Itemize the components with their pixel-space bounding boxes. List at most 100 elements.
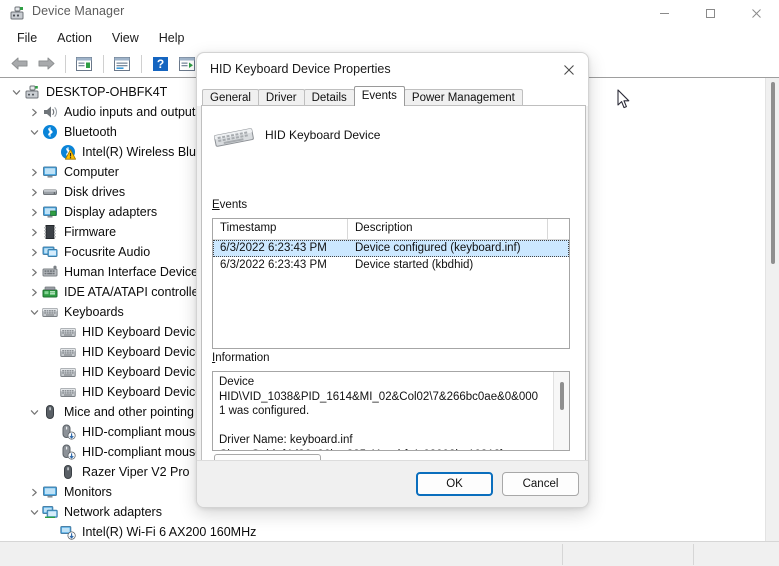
chevron-down-icon[interactable]	[8, 84, 24, 100]
dialog-title: HID Keyboard Device Properties	[210, 62, 391, 76]
information-text: Device HID\VID_1038&PID_1614&MI_02&Col02…	[219, 376, 539, 450]
chevron-down-icon[interactable]	[26, 404, 42, 420]
ide-controller-icon	[42, 284, 59, 300]
tree-item-label: Disk drives	[64, 185, 126, 199]
computer-icon	[24, 84, 41, 100]
tree-item-label: Bluetooth	[64, 125, 117, 139]
disk-drive-icon	[42, 184, 59, 200]
help-icon[interactable]: ?	[147, 52, 173, 76]
chevron-right-icon[interactable]	[26, 104, 42, 120]
tree-item[interactable]: Intel(R) Wi-Fi 6 AX200 160MHz	[0, 522, 765, 541]
forward-arrow-icon[interactable]	[33, 52, 59, 76]
tab-events[interactable]: Events	[353, 86, 405, 106]
device-header: HID Keyboard Device	[212, 120, 572, 154]
toolbar-separator	[141, 54, 142, 73]
chevron-right-icon[interactable]	[26, 224, 42, 240]
chevron-right-icon[interactable]	[26, 244, 42, 260]
events-row-timestamp: 6/3/2022 6:23:43 PM	[220, 242, 327, 254]
dialog-close-button[interactable]	[548, 53, 588, 87]
tab-details[interactable]: Details	[303, 89, 355, 106]
events-list-header: Timestamp Description	[213, 219, 569, 240]
chevron-down-icon[interactable]	[26, 304, 42, 320]
events-row[interactable]: 6/3/2022 6:23:43 PM Device started (kbdhi…	[213, 257, 569, 274]
menu-view[interactable]: View	[103, 29, 148, 47]
maximize-button[interactable]	[687, 0, 733, 26]
hid-icon	[42, 264, 59, 280]
keyboard-icon	[212, 126, 256, 155]
chevron-right-icon[interactable]	[26, 484, 42, 500]
dialog-footer: OK Cancel	[197, 460, 588, 507]
chevron-right-icon[interactable]	[26, 184, 42, 200]
chevron-right-icon[interactable]	[26, 204, 42, 220]
device-manager-window: Device Manager File Action View Help ? D…	[0, 0, 779, 566]
tab-driver[interactable]: Driver	[257, 89, 305, 106]
chevron-right-icon[interactable]	[26, 164, 42, 180]
monitor-icon	[42, 164, 59, 180]
tree-item-label: HID-compliant mouse	[82, 445, 203, 459]
properties-icon[interactable]	[71, 52, 97, 76]
tree-item-label: Human Interface Devices	[64, 265, 205, 279]
tree-item-label: HID Keyboard Device	[82, 325, 203, 339]
chevron-down-icon[interactable]	[26, 124, 42, 140]
speaker-icon	[42, 104, 59, 120]
tree-item-label: HID Keyboard Device	[82, 365, 203, 379]
title-bar: Device Manager	[0, 0, 779, 26]
display-adapter-icon	[42, 204, 59, 220]
hid-mouse-icon	[60, 444, 77, 460]
tree-item-label: HID Keyboard Device	[82, 345, 203, 359]
events-column-timestamp[interactable]: Timestamp	[213, 219, 348, 240]
device-manager-icon	[9, 5, 25, 21]
tree-item-label: Firmware	[64, 225, 117, 239]
tab-general[interactable]: General	[202, 89, 259, 106]
tree-item-label: Audio inputs and outputs	[64, 105, 202, 119]
status-bar-divider	[693, 544, 694, 565]
chevron-right-icon[interactable]	[26, 264, 42, 280]
events-row-timestamp: 6/3/2022 6:23:43 PM	[220, 259, 327, 271]
events-tab-page: HID Keyboard Device Events Timestamp Des…	[201, 105, 586, 477]
keyboard-icon	[42, 304, 59, 320]
events-row-description: Device started (kbdhid)	[355, 259, 474, 271]
tree-scrollbar-thumb[interactable]	[771, 82, 775, 264]
information-scrollbar-thumb[interactable]	[560, 382, 564, 410]
events-group-label-rest: vents	[219, 199, 248, 211]
tree-item-label: Keyboards	[64, 305, 124, 319]
tree-item-label: Network adapters	[64, 505, 162, 519]
chevron-right-icon[interactable]	[26, 284, 42, 300]
window-controls	[641, 0, 779, 26]
information-scrollbar[interactable]	[553, 372, 569, 450]
ok-button[interactable]: OK	[416, 472, 493, 496]
close-button[interactable]	[733, 0, 779, 26]
tree-item-label: HID-compliant mouse	[82, 425, 203, 439]
events-group-label: Events	[212, 199, 248, 211]
menu-help[interactable]: Help	[150, 29, 194, 47]
menu-file[interactable]: File	[8, 29, 46, 47]
audio-device-icon	[42, 244, 59, 260]
tab-power-management[interactable]: Power Management	[403, 89, 523, 106]
events-column-filler	[548, 219, 569, 240]
minimize-button[interactable]	[641, 0, 687, 26]
events-row[interactable]: 6/3/2022 6:23:43 PM Device configured (ke…	[213, 240, 569, 257]
cancel-button[interactable]: Cancel	[502, 472, 579, 496]
events-column-description[interactable]: Description	[348, 219, 548, 240]
keyboard-icon	[60, 324, 77, 340]
tree-vertical-scrollbar[interactable]	[765, 78, 779, 541]
information-group-label: Information	[212, 352, 270, 364]
show-hide-console-tree-icon[interactable]	[109, 52, 135, 76]
tree-item-label: Monitors	[64, 485, 112, 499]
events-list[interactable]: Timestamp Description 6/3/2022 6:23:43 P…	[212, 218, 570, 349]
menu-action[interactable]: Action	[48, 29, 101, 47]
information-box[interactable]: Device HID\VID_1038&PID_1614&MI_02&Col02…	[212, 371, 570, 451]
back-arrow-icon[interactable]	[6, 52, 32, 76]
tree-item-label: HID Keyboard Device	[82, 385, 203, 399]
keyboard-icon	[60, 384, 77, 400]
tree-item-label: Display adapters	[64, 205, 158, 219]
events-list-body: 6/3/2022 6:23:43 PM Device configured (ke…	[213, 240, 569, 274]
information-group-label-rest: nformation	[215, 352, 270, 364]
chevron-down-icon[interactable]	[26, 504, 42, 520]
